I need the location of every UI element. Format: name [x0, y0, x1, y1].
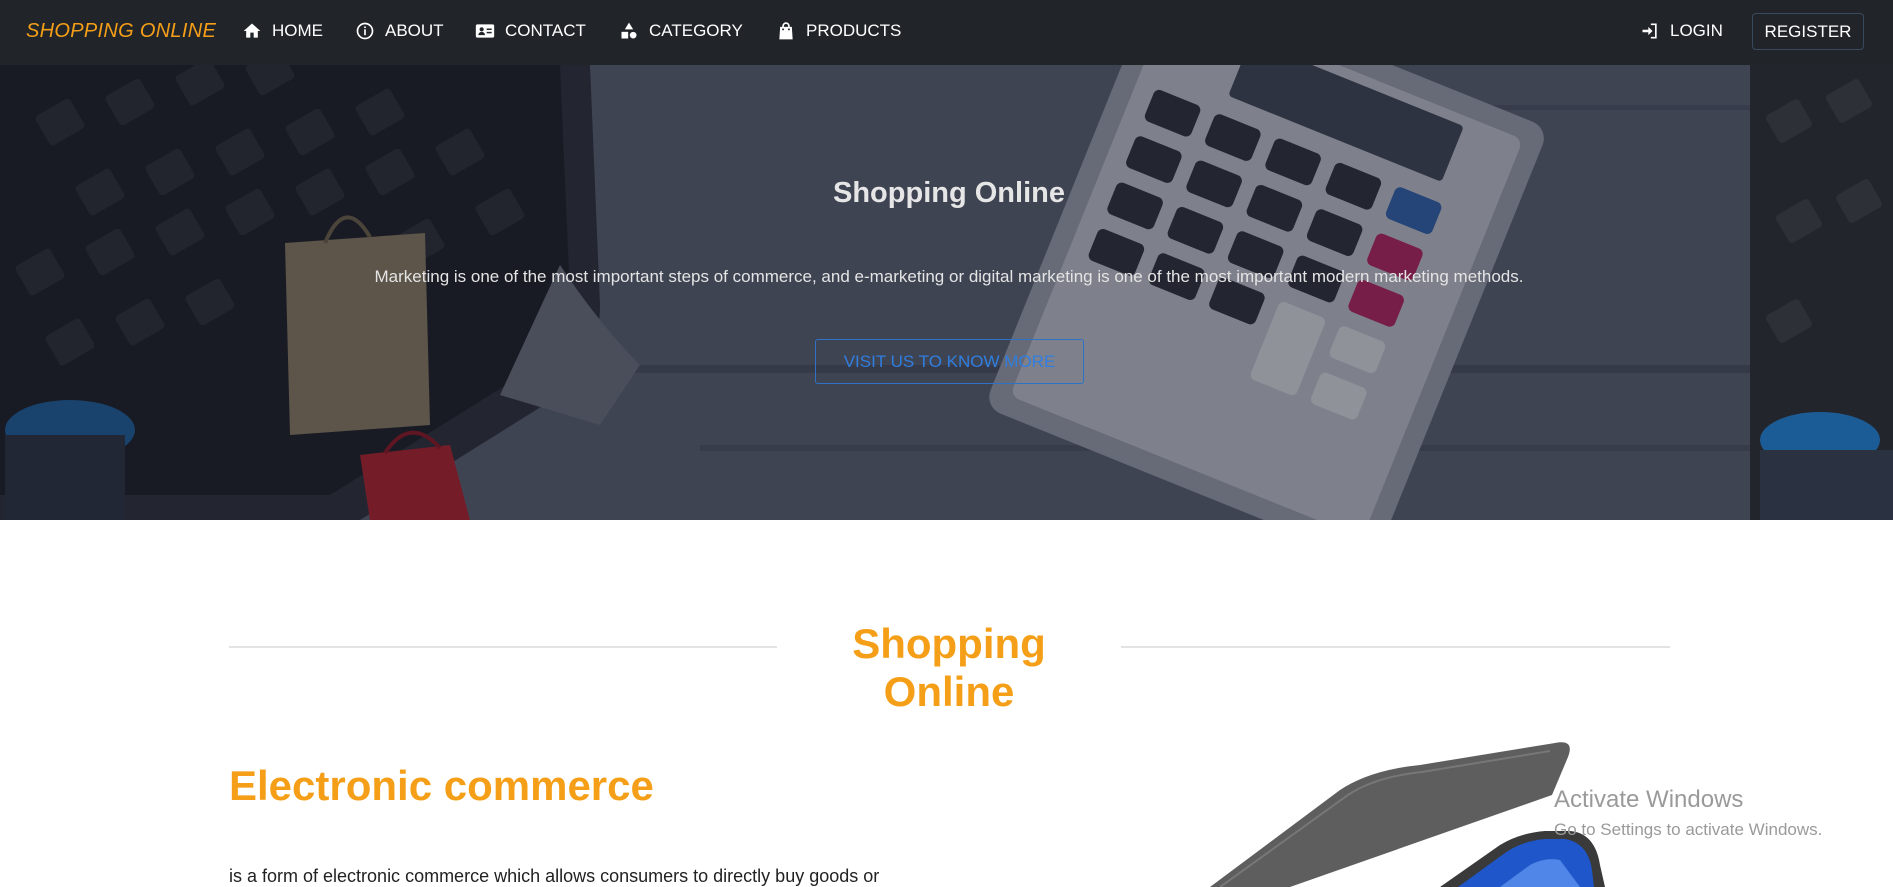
divider-left [229, 646, 777, 648]
nav-home-link[interactable]: HOME [242, 18, 323, 44]
visit-us-button[interactable]: VISIT US TO KNOW MORE [815, 339, 1084, 384]
nav-category-link[interactable]: CATEGORY [619, 18, 743, 44]
divider-right [1121, 646, 1670, 648]
top-navbar: SHOPPING ONLINE HOME ABOUT CONTACT CATEG… [0, 0, 1893, 65]
login-label: LOGIN [1670, 21, 1723, 40]
section-header: Shopping Online [229, 620, 1670, 715]
section-title: Shopping Online [852, 620, 1046, 715]
register-button[interactable]: REGISTER [1752, 13, 1864, 50]
nav-about-label: ABOUT [385, 21, 444, 40]
nav-contact-link[interactable]: CONTACT [475, 18, 586, 44]
brand-logo[interactable]: SHOPPING ONLINE [26, 20, 216, 43]
nav-about-link[interactable]: ABOUT [355, 18, 444, 44]
ecommerce-heading: Electronic commerce [229, 762, 654, 809]
nav-products-link[interactable]: PRODUCTS [776, 18, 901, 44]
nav-products-label: PRODUCTS [806, 21, 902, 40]
hero-banner: Shopping Online Marketing is one of the … [0, 65, 1893, 520]
login-icon [1642, 23, 1657, 39]
home-icon [243, 23, 261, 38]
category-shapes-icon [621, 22, 637, 39]
hero-dark-overlay [0, 65, 1750, 520]
shopping-bag-icon [779, 22, 793, 40]
hero-description: Marketing is one of the most important s… [374, 267, 1524, 286]
nav-contact-label: CONTACT [505, 21, 586, 40]
activate-windows-subtitle: Go to Settings to activate Windows. [1554, 820, 1823, 839]
info-icon [356, 22, 374, 40]
nav-category-label: CATEGORY [649, 21, 743, 40]
contact-card-icon [475, 24, 495, 38]
ecommerce-paragraph: is a form of electronic commerce which a… [229, 866, 880, 886]
nav-home-label: HOME [272, 21, 323, 40]
hero-title: Shopping Online [833, 177, 1065, 209]
login-link[interactable]: LOGIN [1640, 18, 1723, 44]
activate-windows-title: Activate Windows [1554, 786, 1744, 813]
activate-windows-watermark: Activate Windows Go to Settings to activ… [1554, 786, 1822, 840]
